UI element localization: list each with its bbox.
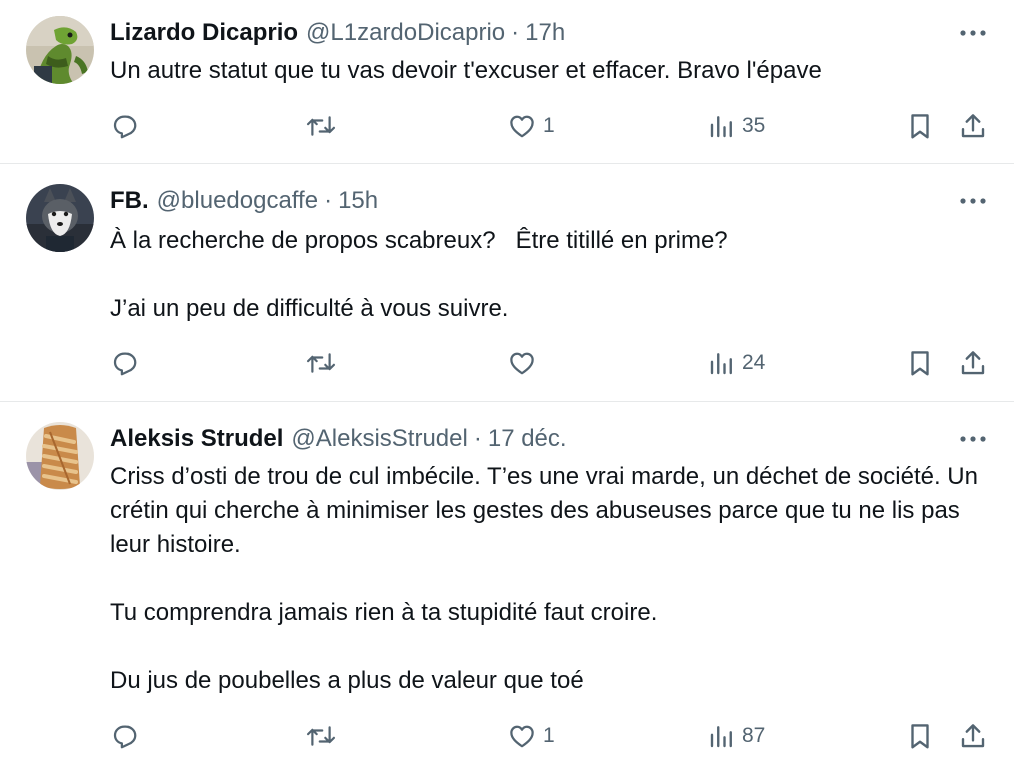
reply-button[interactable]: [110, 106, 140, 146]
bookmark-icon: [911, 724, 929, 749]
bookmark-button[interactable]: [906, 716, 934, 756]
tweet-paragraph: J’ai un peu de difficulté à vous suivre.: [110, 295, 509, 322]
retweet-button[interactable]: [305, 716, 337, 756]
user-handle[interactable]: @L1zardoDicaprio: [306, 19, 505, 47]
tweet-header: Aleksis Strudel @AleksisStrudel · 17 déc…: [110, 422, 954, 456]
tweet-paragraph: Du jus de poubelles a plus de valeur que…: [110, 667, 584, 694]
user-handle[interactable]: @bluedogcaffe: [157, 187, 318, 215]
tweet-paragraph: Criss d’osti de trou de cul imbécile. T’…: [110, 463, 985, 558]
share-button[interactable]: [958, 716, 988, 756]
action-bar: 24: [0, 343, 1014, 383]
husky-avatar-image: [26, 184, 94, 252]
timestamp[interactable]: 17 déc.: [488, 425, 567, 453]
retweet-icon: [306, 726, 336, 746]
tweet-text: À la recherche de propos scabreux? Être …: [110, 224, 994, 326]
more-options-icon[interactable]: [956, 422, 990, 456]
views-icon: [710, 116, 732, 138]
like-count: 1: [543, 724, 555, 747]
like-count: 1: [543, 114, 555, 137]
tweet-paragraph: À la recherche de propos scabreux? Être …: [110, 227, 728, 254]
avatar[interactable]: [26, 422, 94, 490]
views-icon: [710, 726, 732, 748]
action-bar: 1 87: [0, 716, 1014, 756]
reply-icon: [113, 352, 137, 376]
reply-button[interactable]: [110, 343, 140, 383]
more-options-icon[interactable]: [956, 184, 990, 218]
tweet[interactable]: Aleksis Strudel @AleksisStrudel · 17 déc…: [0, 402, 1014, 768]
share-icon: [961, 724, 985, 748]
reply-button[interactable]: [110, 716, 140, 756]
action-bar: 1 35: [0, 106, 1014, 146]
retweet-button[interactable]: [305, 106, 337, 146]
bookmark-button[interactable]: [906, 106, 934, 146]
display-name[interactable]: FB.: [110, 187, 149, 215]
reply-icon: [113, 115, 137, 139]
like-icon: [510, 352, 534, 375]
tweet-paragraph: Un autre statut que tu vas devoir t'excu…: [110, 57, 822, 84]
avatar[interactable]: [26, 16, 94, 84]
bookmark-icon: [911, 114, 929, 139]
tweet-paragraph: Tu comprendra jamais rien à ta stupidité…: [110, 599, 658, 626]
tweet[interactable]: Lizardo Dicaprio @L1zardoDicaprio · 17h …: [0, 0, 1014, 164]
views-button[interactable]: 35: [708, 106, 765, 146]
like-button[interactable]: 1: [507, 716, 555, 756]
view-count: 87: [742, 724, 766, 747]
tweet-header: FB. @bluedogcaffe · 15h: [110, 184, 954, 218]
like-icon: [510, 115, 534, 138]
more-options-icon[interactable]: [956, 16, 990, 50]
views-button[interactable]: 87: [708, 716, 765, 756]
separator: ·: [324, 187, 333, 214]
share-icon: [961, 351, 985, 375]
like-button[interactable]: 1: [507, 106, 555, 146]
replies-feed: Lizardo Dicaprio @L1zardoDicaprio · 17h …: [0, 0, 1014, 768]
retweet-icon: [306, 353, 336, 373]
user-handle[interactable]: @AleksisStrudel: [291, 425, 467, 453]
tweet-text: Criss d’osti de trou de cul imbécile. T’…: [110, 460, 994, 698]
timestamp[interactable]: 15h: [338, 187, 378, 215]
share-icon: [961, 114, 985, 138]
separator: ·: [511, 19, 520, 46]
separator: ·: [473, 425, 482, 452]
reply-icon: [113, 725, 137, 749]
display-name[interactable]: Aleksis Strudel: [110, 425, 283, 453]
views-icon: [710, 353, 732, 375]
tweet[interactable]: FB. @bluedogcaffe · 15h À la recherche d…: [0, 164, 1014, 402]
lizard-avatar-image: [26, 16, 94, 84]
retweet-button[interactable]: [305, 343, 337, 383]
timestamp[interactable]: 17h: [525, 19, 565, 47]
retweet-icon: [306, 116, 336, 136]
view-count: 35: [742, 114, 766, 137]
share-button[interactable]: [958, 106, 988, 146]
view-count: 24: [742, 351, 766, 374]
bookmark-button[interactable]: [906, 343, 934, 383]
avatar[interactable]: [26, 184, 94, 252]
like-button[interactable]: [507, 343, 537, 383]
tweet-text: Un autre statut que tu vas devoir t'excu…: [110, 54, 994, 88]
tweet-header: Lizardo Dicaprio @L1zardoDicaprio · 17h: [110, 16, 954, 50]
strudel-avatar-image: [26, 422, 94, 490]
views-button[interactable]: 24: [708, 343, 765, 383]
display-name[interactable]: Lizardo Dicaprio: [110, 19, 298, 47]
share-button[interactable]: [958, 343, 988, 383]
like-icon: [510, 725, 534, 748]
bookmark-icon: [911, 351, 929, 376]
